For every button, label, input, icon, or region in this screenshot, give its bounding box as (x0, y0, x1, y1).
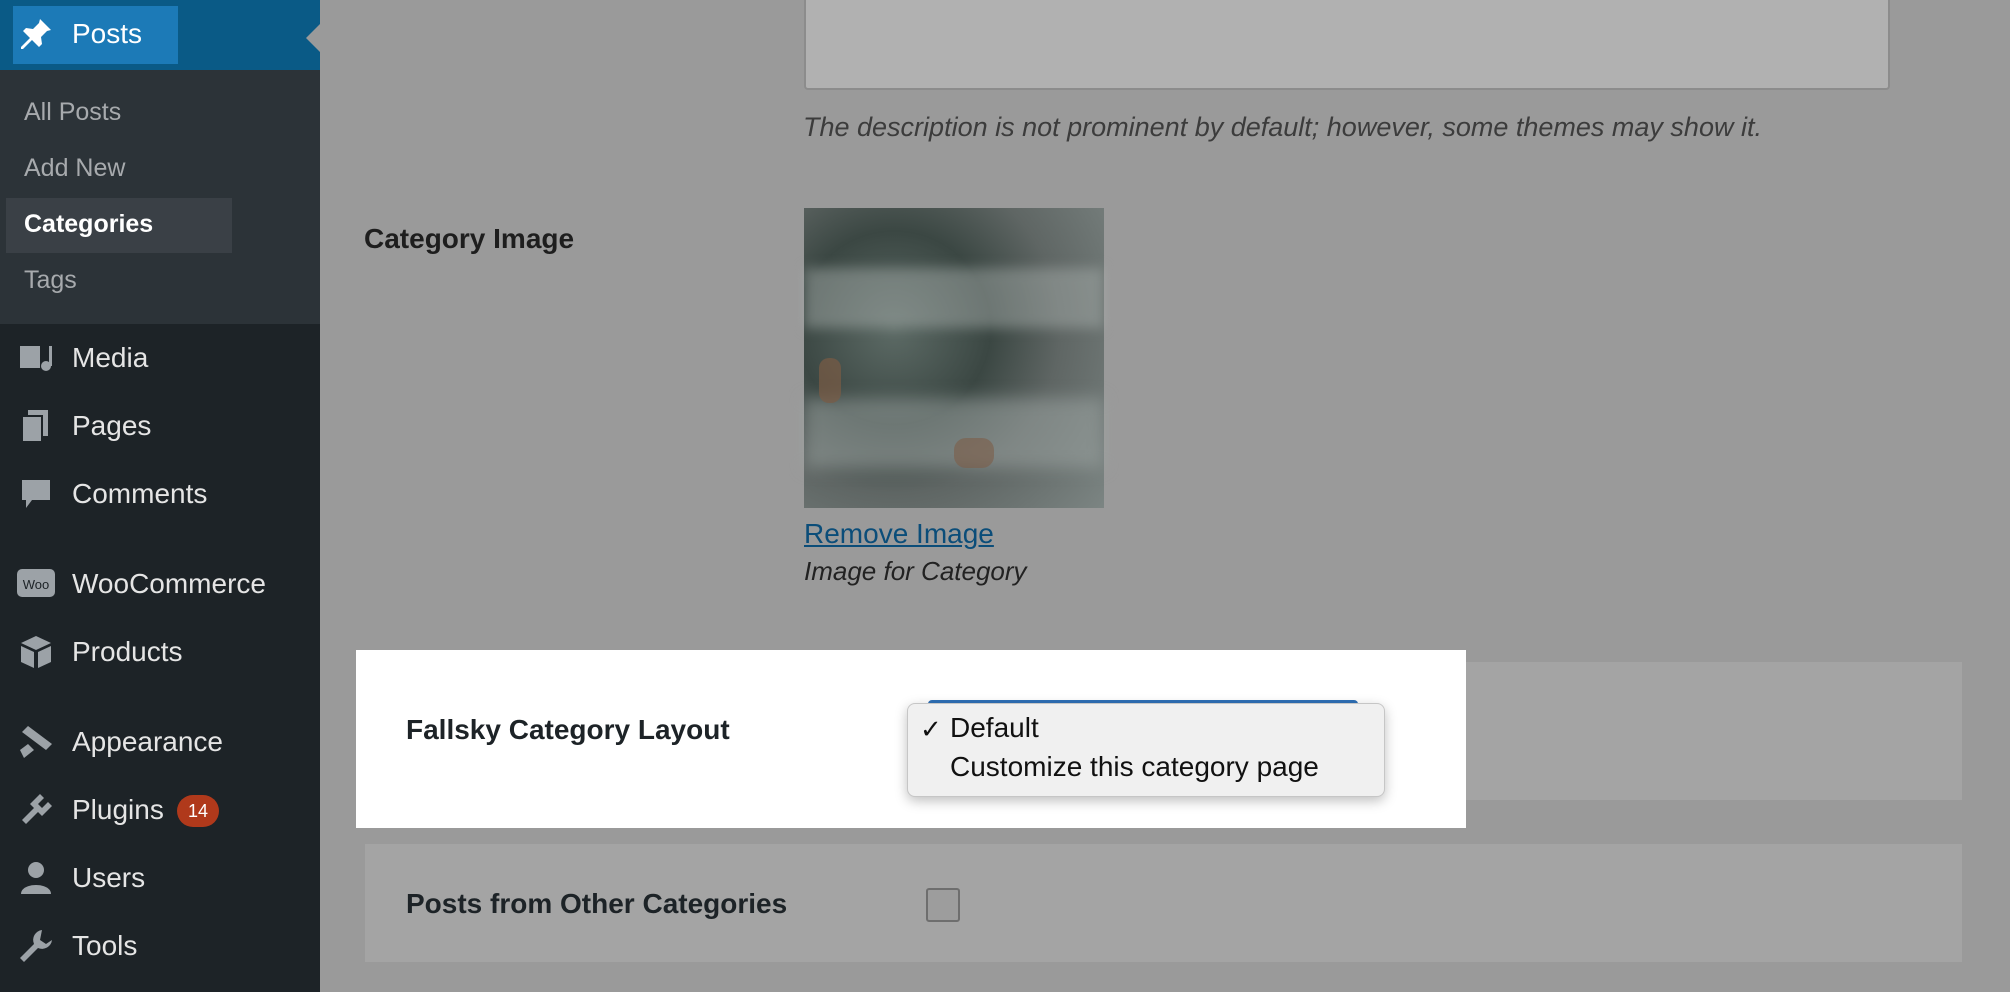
pin-icon (21, 19, 51, 49)
submenu-item-categories[interactable]: Categories (24, 210, 153, 239)
appearance-icon (20, 726, 52, 758)
sidebar-item-label: Media (72, 342, 149, 373)
sidebar-item-label: Tools (72, 930, 138, 961)
category-layout-label: Fallsky Category Layout (406, 714, 730, 745)
submenu-item-all-posts[interactable]: All Posts (24, 98, 121, 127)
option-default[interactable]: Default (950, 712, 1039, 744)
users-icon (21, 862, 51, 894)
media-icon (20, 346, 52, 371)
layout-dropdown-menu: ✓ Default Customize this category page (907, 703, 1385, 797)
description-note: The description is not prominent by defa… (803, 112, 1762, 142)
category-image-thumbnail (804, 208, 1104, 508)
plugins-update-count: 14 (177, 795, 219, 827)
svg-text:Woo: Woo (23, 577, 50, 592)
comments-icon (22, 480, 50, 508)
other-categories-label: Posts from Other Categories (406, 888, 788, 919)
products-icon (21, 636, 51, 668)
checkmark-icon: ✓ (920, 714, 942, 744)
submenu-item-add-new[interactable]: Add New (24, 154, 125, 183)
plugins-icon (22, 794, 52, 824)
sidebar-item-posts[interactable]: Posts (0, 0, 320, 70)
sidebar-item-label: Users (72, 862, 146, 893)
submenu-item-tags[interactable]: Tags (24, 266, 77, 295)
option-customize[interactable]: Customize this category page (950, 751, 1319, 783)
layout-row-background (1466, 662, 1962, 800)
admin-sidebar: Posts All Posts Add New Categories Tags … (0, 0, 320, 992)
sidebar-item-label: Comments (72, 478, 208, 509)
remove-image-link[interactable]: Remove Image (804, 518, 994, 550)
sidebar-item-label: WooCommerce (72, 568, 266, 599)
description-textarea[interactable] (804, 0, 1890, 90)
woocommerce-icon: Woo (17, 569, 55, 597)
posts-submenu: All Posts Add New Categories Tags (0, 70, 320, 324)
pages-icon (21, 410, 48, 443)
sidebar-item-label: Plugins (72, 794, 164, 825)
tools-icon (20, 930, 52, 962)
sidebar-item-label: Appearance (72, 726, 224, 757)
sidebar-item-label: Pages (72, 410, 152, 441)
current-menu-arrow (306, 24, 320, 52)
other-categories-checkbox[interactable] (926, 888, 960, 922)
sidebar-item-label: Posts (72, 18, 143, 49)
category-image-label: Category Image (364, 223, 575, 254)
sidebar-item-label: Products (72, 636, 183, 667)
image-caption: Image for Category (804, 556, 1027, 586)
